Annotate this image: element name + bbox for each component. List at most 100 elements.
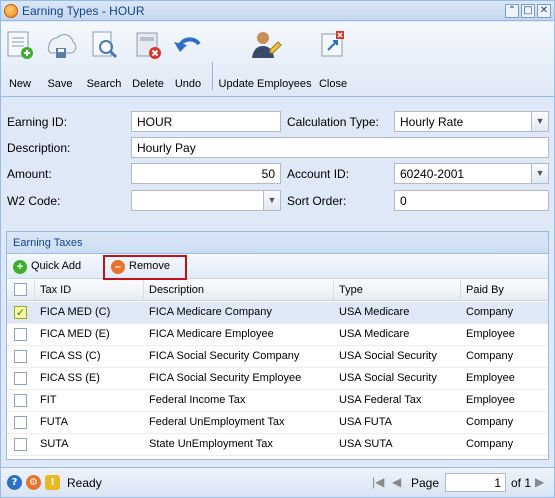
description-label: Description: (7, 141, 71, 155)
amount-field[interactable]: 50 (131, 163, 281, 184)
table-row[interactable]: FICA MED (E) FICA Medicare Employee USA Me… (7, 324, 548, 346)
account-id-combo[interactable]: 60240-2001 ▼ (394, 163, 549, 184)
earning-types-window: Earning Types - HOUR ⌃ □ ✕ New Save Sear… (0, 0, 555, 498)
cell-tax-id: FUTA (40, 416, 68, 428)
chevron-down-icon[interactable]: ▼ (531, 112, 548, 131)
cell-paid-by: Company (466, 306, 514, 318)
cell-type: USA SUTA (339, 438, 393, 450)
select-all-checkbox[interactable] (14, 283, 27, 296)
row-checkbox[interactable]: ✓ (14, 306, 27, 319)
row-checkbox[interactable] (14, 438, 27, 451)
earning-id-field[interactable]: HOUR (131, 111, 281, 132)
cell-description: State UnEmployment Tax (149, 438, 273, 450)
row-checkbox[interactable] (14, 394, 27, 407)
cell-paid-by: Company (466, 438, 514, 450)
close-window-icon[interactable]: ✕ (537, 4, 551, 18)
window-title: Earning Types - HOUR (22, 4, 145, 18)
collapse-icon[interactable]: ⌃ (505, 4, 519, 18)
sort-order-label: Sort Order: (287, 194, 347, 208)
row-checkbox[interactable] (14, 350, 27, 363)
cell-tax-id: SUTA (40, 438, 69, 450)
cell-type: USA FUTA (339, 416, 392, 428)
calculation-type-label: Calculation Type: (287, 115, 379, 129)
earning-taxes-title: Earning Taxes (7, 232, 548, 254)
cell-paid-by: Employee (466, 372, 515, 384)
cell-paid-by: Company (466, 416, 514, 428)
row-checkbox[interactable] (14, 328, 27, 341)
settings-icon[interactable]: ⚙ (26, 475, 41, 490)
cell-tax-id: FICA MED (C) (40, 306, 111, 318)
lightbulb-icon[interactable]: ! (45, 475, 60, 490)
quick-add-button[interactable]: + Quick Add (9, 258, 85, 276)
chevron-down-icon[interactable]: ▼ (263, 191, 280, 210)
row-checkbox[interactable] (14, 416, 27, 429)
page-label: Page (411, 476, 440, 490)
cell-description: Federal Income Tax (149, 394, 246, 406)
add-icon: + (13, 260, 27, 274)
toolbar-separator (212, 62, 213, 90)
delete-icon (136, 32, 161, 59)
page-number-input[interactable]: 1 (445, 473, 506, 492)
cell-description: FICA Social Security Employee (149, 372, 302, 384)
cell-description: FICA Social Security Company (149, 350, 300, 362)
row-checkbox[interactable] (14, 372, 27, 385)
first-page-icon[interactable]: |◀ (372, 475, 384, 489)
table-row[interactable]: FICA SS (E) FICA Social Security Employee… (7, 368, 548, 390)
table-row[interactable]: FICA SS (C) FICA Social Security Company U… (7, 346, 548, 368)
description-field[interactable]: Hourly Pay (131, 137, 549, 158)
cell-description: FICA Medicare Employee (149, 328, 274, 340)
earning-taxes-toolbar: + Quick Add – Remove (7, 255, 548, 279)
w2-code-label: W2 Code: (7, 194, 61, 208)
prev-page-icon[interactable]: ◀ (392, 475, 401, 489)
cell-tax-id: FIT (40, 394, 57, 406)
page-count: of 1 (511, 476, 532, 490)
cell-type: USA Social Security (339, 372, 437, 384)
update-employees-label: Update Employees (218, 78, 312, 90)
cell-tax-id: FICA SS (E) (40, 372, 100, 384)
quick-add-label: Quick Add (31, 260, 82, 272)
cell-tax-id: FICA SS (C) (40, 350, 101, 362)
select-all-header[interactable] (7, 280, 35, 301)
cell-description: Federal UnEmployment Tax (149, 416, 285, 428)
col-type[interactable]: Type (334, 280, 461, 301)
remove-highlight-box (103, 255, 187, 280)
account-id-label: Account ID: (287, 167, 350, 181)
table-row[interactable]: FIT Federal Income Tax USA Federal Tax Empl… (7, 390, 548, 412)
earning-taxes-panel: Earning Taxes + Quick Add – Remove Tax I… (6, 231, 549, 460)
delete-label: Delete (132, 78, 164, 90)
cell-tax-id: FICA MED (E) (40, 328, 110, 340)
calculation-type-combo[interactable]: Hourly Rate ▼ (394, 111, 549, 132)
cell-type: USA Medicare (339, 306, 410, 318)
maximize-icon[interactable]: □ (521, 4, 535, 18)
undo-icon (174, 37, 201, 52)
status-bar: ? ⚙ ! Ready |◀ ◀ Page 1 of 1 ▶ (1, 467, 554, 497)
table-row[interactable]: FUTA Federal UnEmployment Tax USA FUTA Comp… (7, 412, 548, 434)
cell-description: FICA Medicare Company (149, 306, 272, 318)
grid-header: Tax ID Description Type Paid By (7, 280, 548, 301)
table-row[interactable]: SUTA State UnEmployment Tax USA SUTA Compan… (7, 434, 548, 456)
cell-paid-by: Employee (466, 328, 515, 340)
search-label: Search (86, 78, 122, 90)
account-id-value: 60240-2001 (400, 167, 465, 181)
next-page-icon[interactable]: ▶ (535, 475, 544, 489)
col-paid-by[interactable]: Paid By (461, 280, 548, 301)
undo-label: Undo (174, 78, 202, 90)
chevron-down-icon[interactable]: ▼ (531, 164, 548, 183)
calculation-type-value: Hourly Rate (400, 115, 464, 129)
col-tax-id[interactable]: Tax ID (35, 280, 144, 301)
close-icon (321, 31, 344, 57)
main-toolbar: New Save Search Delete Undo Update Emplo… (1, 22, 554, 97)
cell-type: USA Medicare (339, 328, 410, 340)
new-icon (7, 31, 33, 59)
cell-paid-by: Company (466, 350, 514, 362)
search-icon (92, 31, 118, 59)
save-label: Save (47, 78, 73, 90)
title-bar: Earning Types - HOUR ⌃ □ ✕ (1, 1, 554, 21)
help-icon[interactable]: ? (7, 475, 22, 490)
sort-order-field[interactable]: 0 (394, 190, 549, 211)
col-description[interactable]: Description (144, 280, 334, 301)
cell-type: USA Social Security (339, 350, 437, 362)
w2-code-combo[interactable]: ▼ (131, 190, 281, 211)
cell-type: USA Federal Tax (339, 394, 422, 406)
table-row[interactable]: ✓ FICA MED (C) FICA Medicare Company USA Me… (7, 302, 548, 324)
